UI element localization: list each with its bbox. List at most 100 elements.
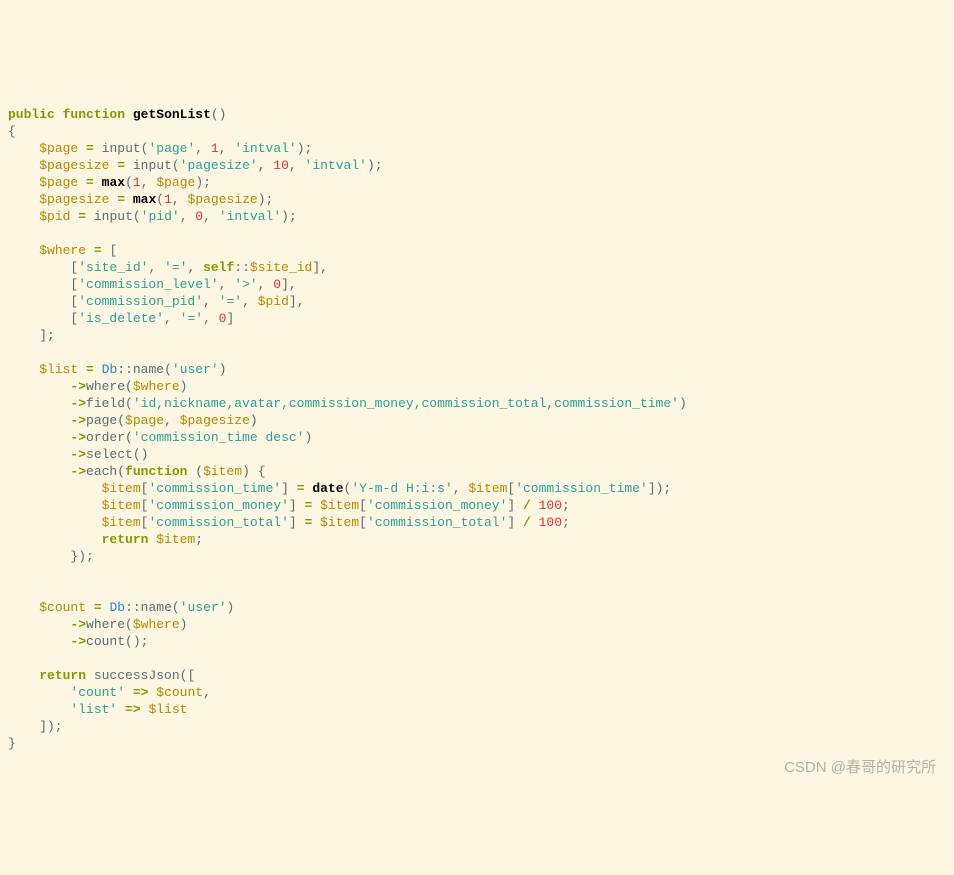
code-token: ,	[180, 209, 196, 224]
code-token	[86, 600, 94, 615]
code-token	[8, 515, 102, 530]
code-token: ,	[195, 141, 211, 156]
code-token: $pid	[39, 209, 70, 224]
code-token: 'commission_pid'	[78, 294, 203, 309]
code-token: '>'	[234, 277, 257, 292]
code-token: max	[133, 192, 156, 207]
code-token: ,	[219, 141, 235, 156]
code-token	[8, 634, 70, 649]
code-token	[148, 685, 156, 700]
code-token: =	[297, 481, 305, 496]
code-token	[8, 362, 39, 377]
code-token: 0	[273, 277, 281, 292]
code-token: [	[8, 294, 78, 309]
code-token: )	[180, 379, 188, 394]
code-token: ,	[258, 158, 274, 173]
code-token: ]	[289, 515, 305, 530]
code-token: [	[8, 260, 78, 275]
code-token: Db	[109, 600, 125, 615]
code-token: $where	[133, 617, 180, 632]
code-token	[8, 498, 102, 513]
code-token: );	[281, 209, 297, 224]
code-token: count();	[86, 634, 148, 649]
code-token: 100	[539, 515, 562, 530]
code-token: $item	[102, 498, 141, 513]
code-token	[78, 175, 86, 190]
code-token: });	[8, 549, 94, 564]
code-token: $pagesize	[39, 192, 109, 207]
code-token: =	[86, 141, 94, 156]
code-token	[531, 498, 539, 513]
code-token: 'commission_total'	[148, 515, 288, 530]
code-token: ->	[70, 617, 86, 632]
code-token: where(	[86, 617, 133, 632]
code-token: ,	[141, 175, 157, 190]
code-token: function	[125, 464, 187, 479]
code-token	[86, 243, 94, 258]
code-token	[8, 430, 70, 445]
watermark: CSDN @春哥的研究所	[784, 759, 936, 776]
code-token: =	[94, 243, 102, 258]
code-token: ::name(	[117, 362, 172, 377]
code-token: 0	[195, 209, 203, 224]
code-token: 'commission_money'	[367, 498, 507, 513]
code-token: $item	[320, 515, 359, 530]
code-token: );	[258, 192, 274, 207]
code-token: ,	[203, 685, 211, 700]
code-token	[8, 447, 70, 462]
code-token	[125, 107, 133, 122]
code-token: (	[125, 175, 133, 190]
code-token: {	[8, 124, 16, 139]
code-token: [	[359, 498, 367, 513]
code-token: ]	[226, 311, 234, 326]
code-token	[94, 362, 102, 377]
code-token: each(	[86, 464, 125, 479]
code-token	[8, 685, 70, 700]
code-block: public function getSonList() { $page = i…	[8, 72, 946, 786]
code-token: getSonList	[133, 107, 211, 122]
code-token: $site_id	[250, 260, 312, 275]
code-token: 'commission_total'	[367, 515, 507, 530]
code-token: ->	[70, 464, 86, 479]
code-token	[8, 464, 70, 479]
code-token: input(	[94, 141, 149, 156]
code-token: ) {	[242, 464, 265, 479]
code-token: $where	[133, 379, 180, 394]
code-token: $item	[156, 532, 195, 547]
code-token: ,	[258, 277, 274, 292]
code-token: =	[117, 158, 125, 173]
code-token: field(	[86, 396, 133, 411]
code-token: ;	[562, 498, 570, 513]
code-token: /	[523, 515, 531, 530]
code-token: ->	[70, 396, 86, 411]
code-token: ::name(	[125, 600, 180, 615]
code-token: $item	[203, 464, 242, 479]
code-token: ]	[507, 498, 523, 513]
code-token	[8, 532, 102, 547]
code-token: $item	[320, 498, 359, 513]
code-token: ;	[195, 532, 203, 547]
code-token	[94, 175, 102, 190]
code-token	[55, 107, 63, 122]
code-token: ,	[453, 481, 469, 496]
code-token: /	[523, 498, 531, 513]
code-token: );	[367, 158, 383, 173]
code-token: ,	[203, 209, 219, 224]
code-token: 'user'	[172, 362, 219, 377]
code-token: $page	[39, 141, 78, 156]
code-token: ,	[203, 311, 219, 326]
code-token: $item	[102, 481, 141, 496]
code-token: $list	[39, 362, 78, 377]
code-token: 'user'	[180, 600, 227, 615]
code-token: 'count'	[70, 685, 125, 700]
code-token: ]	[289, 498, 305, 513]
code-token	[8, 158, 39, 173]
code-token: max	[102, 175, 125, 190]
code-token: ,	[148, 260, 164, 275]
code-token: )	[250, 413, 258, 428]
code-token	[125, 685, 133, 700]
code-token	[117, 702, 125, 717]
code-token: =	[86, 175, 94, 190]
code-token: ,	[187, 260, 203, 275]
code-token: ],	[289, 294, 305, 309]
